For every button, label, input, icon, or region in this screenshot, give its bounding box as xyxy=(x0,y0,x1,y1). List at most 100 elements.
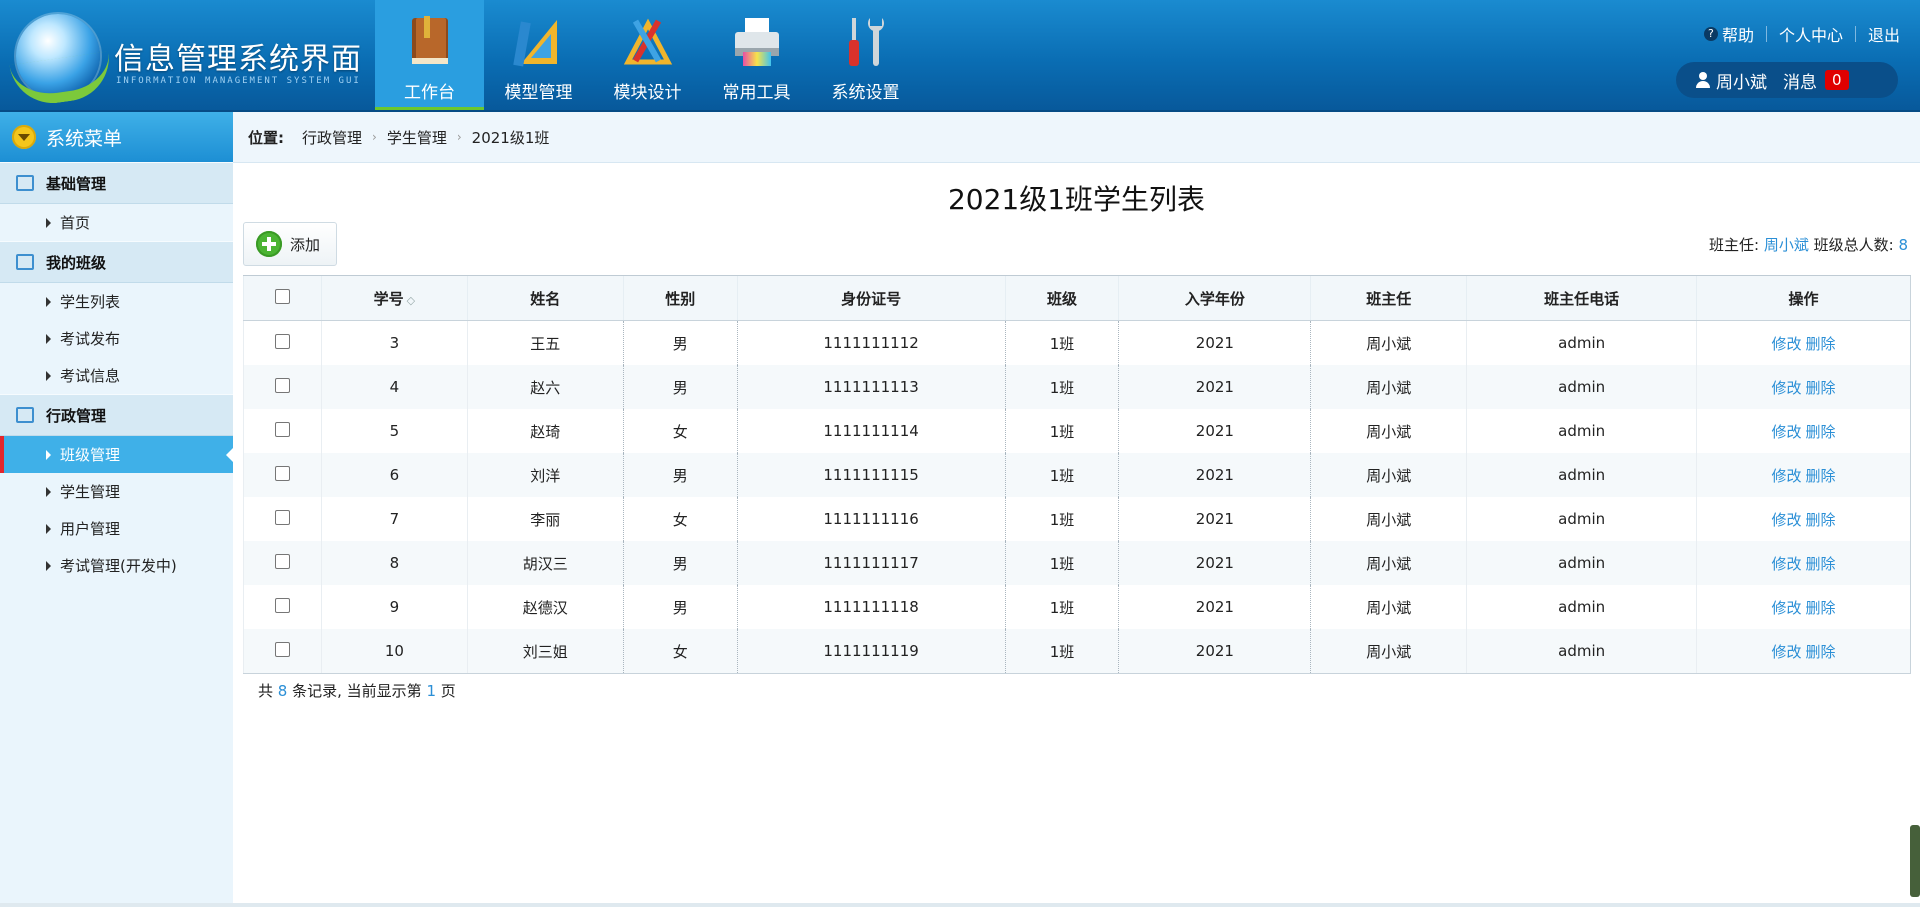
personal-center-link[interactable]: 个人中心 xyxy=(1779,22,1843,46)
row-checkbox[interactable] xyxy=(274,509,290,525)
caret-right-icon xyxy=(46,486,51,497)
row-checkbox[interactable] xyxy=(274,597,290,613)
sidebar-item-student-management[interactable]: 学生管理 xyxy=(0,473,233,510)
caret-right-icon xyxy=(46,449,51,460)
cell-id: 7 xyxy=(320,497,468,541)
cell-teacher: 周小斌 xyxy=(1310,541,1467,585)
cell-class: 1班 xyxy=(1004,365,1119,409)
column-label: 学号 xyxy=(373,289,404,308)
delete-link[interactable]: 删除 xyxy=(1806,335,1836,353)
select-all-cell xyxy=(243,275,322,321)
edit-link[interactable]: 修改 xyxy=(1772,511,1802,529)
row-checkbox-cell xyxy=(243,409,322,453)
cell-name: 赵琦 xyxy=(466,409,624,453)
delete-link[interactable]: 删除 xyxy=(1806,379,1836,397)
row-checkbox-cell xyxy=(243,585,322,629)
delete-link[interactable]: 删除 xyxy=(1806,511,1836,529)
page-title: 2021级1班学生列表 xyxy=(947,183,1206,216)
column-header-teacher-phone: 班主任电话 xyxy=(1466,275,1697,321)
delete-link[interactable]: 删除 xyxy=(1806,467,1836,485)
add-button-label: 添加 xyxy=(290,235,321,254)
row-checkbox[interactable] xyxy=(274,465,290,481)
sidebar-item-user-management[interactable]: 用户管理 xyxy=(0,510,233,547)
cell-teacher: 周小斌 xyxy=(1310,320,1467,365)
chevron-right-icon: › xyxy=(372,130,377,144)
topnav-common-tools[interactable]: 常用工具 xyxy=(702,0,811,112)
cell-phone: admin xyxy=(1466,497,1697,541)
row-checkbox[interactable] xyxy=(274,333,290,349)
cell-teacher: 周小斌 xyxy=(1310,365,1467,409)
sidebar-group-admin[interactable]: 行政管理 xyxy=(0,394,233,436)
sidebar-item-label: 班级管理 xyxy=(60,446,121,464)
sidebar-item-exam-publish[interactable]: 考试发布 xyxy=(0,320,233,357)
user-name[interactable]: 周小斌 xyxy=(1716,68,1767,93)
pagination-page: 1 xyxy=(426,682,436,700)
logout-link[interactable]: 退出 xyxy=(1868,22,1900,46)
sidebar-item-class-management[interactable]: 班级管理 xyxy=(0,436,233,473)
sidebar-item-student-list[interactable]: 学生列表 xyxy=(0,283,233,320)
breadcrumb: 位置: 行政管理 › 学生管理 › 2021级1班 xyxy=(233,112,1920,163)
cell-phone: admin xyxy=(1466,629,1697,674)
cell-gender: 男 xyxy=(622,320,738,365)
topnav-workbench[interactable]: 工作台 xyxy=(375,0,484,112)
cell-name: 胡汉三 xyxy=(466,541,624,585)
sidebar-item-label: 考试发布 xyxy=(60,330,121,348)
topnav-system-settings[interactable]: 系统设置 xyxy=(811,0,920,112)
topnav-label: 模型管理 xyxy=(504,83,573,103)
breadcrumb-item[interactable]: 行政管理 xyxy=(302,127,362,148)
sidebar-group-basic[interactable]: 基础管理 xyxy=(0,162,233,204)
cell-id: 10 xyxy=(320,629,468,674)
edit-link[interactable]: 修改 xyxy=(1772,335,1802,353)
sidebar-group-my-class[interactable]: 我的班级 xyxy=(0,241,233,283)
sort-icon[interactable]: ◇ xyxy=(407,294,415,307)
message-count-badge[interactable]: 0 xyxy=(1825,70,1849,90)
cell-year: 2021 xyxy=(1118,365,1311,409)
delete-link[interactable]: 删除 xyxy=(1806,423,1836,441)
caret-right-icon xyxy=(46,296,51,307)
row-checkbox[interactable] xyxy=(274,553,290,569)
sidebar-item-exam-info[interactable]: 考试信息 xyxy=(0,357,233,394)
cell-name: 王五 xyxy=(466,320,624,365)
messages-link[interactable]: 消息 xyxy=(1783,68,1817,93)
sidebar: 系统菜单 基础管理 首页 我的班级 学生列表 考试发布 考试信息 行政管理 班级… xyxy=(0,112,233,907)
column-header-year: 入学年份 xyxy=(1118,275,1311,321)
sidebar-header[interactable]: 系统菜单 xyxy=(0,112,233,162)
cell-gender: 男 xyxy=(622,541,738,585)
cell-teacher: 周小斌 xyxy=(1310,453,1467,497)
sidebar-item-label: 用户管理 xyxy=(60,520,121,538)
row-checkbox[interactable] xyxy=(274,641,290,657)
sidebar-item-exam-management[interactable]: 考试管理(开发中) xyxy=(0,547,233,584)
edit-link[interactable]: 修改 xyxy=(1772,379,1802,397)
topnav-module-design[interactable]: 模块设计 xyxy=(593,0,702,112)
table-row: 10 刘三姐 女 1111111119 1班 2021 周小斌 admin 修改… xyxy=(243,629,1911,674)
top-header: 信息管理系统界面 INFORMATION MANAGEMENT SYSTEM G… xyxy=(0,0,1920,112)
select-all-checkbox[interactable] xyxy=(274,288,290,304)
list-icon xyxy=(16,175,34,191)
row-checkbox[interactable] xyxy=(274,421,290,437)
column-header-id[interactable]: 学号 ◇ xyxy=(320,275,468,321)
breadcrumb-item[interactable]: 学生管理 xyxy=(387,127,447,148)
plus-circle-icon xyxy=(256,231,282,257)
edit-link[interactable]: 修改 xyxy=(1772,423,1802,441)
pagination-info: 共 8 条记录, 当前显示第 1 页 xyxy=(258,680,456,701)
row-checkbox[interactable] xyxy=(274,377,290,393)
edit-link[interactable]: 修改 xyxy=(1772,599,1802,617)
delete-link[interactable]: 删除 xyxy=(1806,643,1836,661)
teacher-label: 班主任: xyxy=(1708,236,1760,254)
topnav-model-management[interactable]: 模型管理 xyxy=(484,0,593,112)
cell-phone: admin xyxy=(1466,365,1697,409)
edit-link[interactable]: 修改 xyxy=(1772,643,1802,661)
cell-gender: 女 xyxy=(622,497,738,541)
sidebar-item-home[interactable]: 首页 xyxy=(0,204,233,241)
scrollbar-thumb[interactable] xyxy=(1910,825,1920,897)
delete-link[interactable]: 删除 xyxy=(1806,555,1836,573)
add-button[interactable]: 添加 xyxy=(243,222,337,266)
teacher-name: 周小斌 xyxy=(1763,236,1809,254)
edit-link[interactable]: 修改 xyxy=(1772,555,1802,573)
link-divider xyxy=(1854,26,1856,42)
delete-link[interactable]: 删除 xyxy=(1806,599,1836,617)
help-link[interactable]: 帮助 xyxy=(1722,22,1754,46)
cell-class: 1班 xyxy=(1004,541,1119,585)
total-label: 班级总人数: xyxy=(1813,236,1894,254)
edit-link[interactable]: 修改 xyxy=(1772,467,1802,485)
